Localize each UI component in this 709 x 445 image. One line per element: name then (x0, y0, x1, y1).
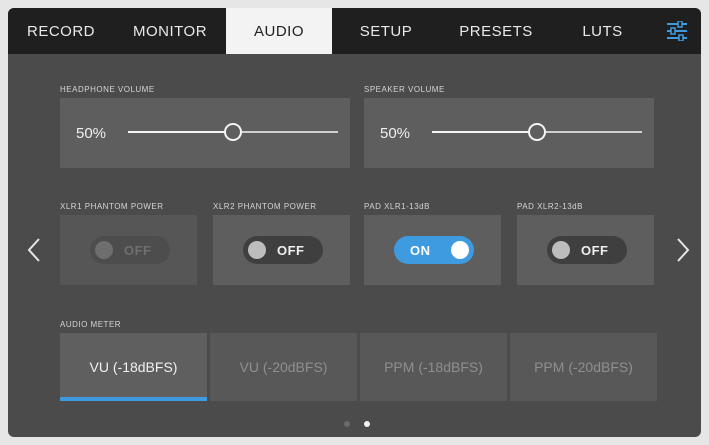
toggle-knob (451, 241, 469, 259)
audio-meter-label: AUDIO METER (60, 320, 122, 329)
tab-audio[interactable]: AUDIO (226, 8, 332, 54)
page-dot-1[interactable] (344, 421, 350, 427)
speaker-volume-label: SPEAKER VOLUME (364, 85, 445, 94)
audio-meter-option-label: PPM (-20dBFS) (534, 359, 633, 375)
pad-xlr1-toggle[interactable]: ON (394, 236, 474, 264)
headphone-volume-thumb[interactable] (224, 123, 242, 141)
speaker-volume-value: 50% (380, 124, 411, 142)
toggle-state: OFF (581, 242, 609, 258)
speaker-volume-slider[interactable] (432, 123, 642, 141)
xlr2-phantom-power-toggle[interactable]: OFF (243, 236, 323, 264)
tab-presets[interactable]: PRESETS (440, 8, 552, 54)
audio-meter-option-label: VU (-20dBFS) (239, 359, 328, 375)
settings-button[interactable] (653, 8, 701, 54)
toggle-state: OFF (277, 242, 305, 258)
headphone-volume-panel: 50% (60, 98, 350, 168)
toggle-state: OFF (124, 242, 152, 258)
tab-bar: RECORD MONITOR AUDIO SETUP PRESETS LUTS (8, 8, 701, 54)
pad-xlr2-panel: OFF (517, 215, 654, 285)
xlr1-phantom-power-toggle: OFF (90, 236, 170, 264)
xlr2-phantom-power-panel: OFF (213, 215, 350, 285)
audio-meter-option-ppm-18[interactable]: PPM (-18dBFS) (360, 333, 507, 401)
xlr1-phantom-power-label: XLR1 PHANTOM POWER (60, 202, 164, 211)
headphone-volume-label: HEADPHONE VOLUME (60, 85, 155, 94)
speaker-volume-panel: 50% (364, 98, 654, 168)
page-dot-2[interactable] (364, 421, 370, 427)
headphone-volume-fill (128, 131, 233, 133)
chevron-right-icon (677, 238, 690, 262)
toggle-knob (552, 241, 570, 259)
speaker-volume-thumb[interactable] (528, 123, 546, 141)
audio-meter-option-vu-18[interactable]: VU (-18dBFS) (60, 333, 207, 401)
next-page-button[interactable] (671, 230, 695, 270)
audio-meter-option-ppm-20[interactable]: PPM (-20dBFS) (510, 333, 657, 401)
xlr2-phantom-power-label: XLR2 PHANTOM POWER (213, 202, 317, 211)
previous-page-button[interactable] (22, 230, 46, 270)
pad-xlr2-toggle[interactable]: OFF (547, 236, 627, 264)
toggle-knob (248, 241, 266, 259)
audio-meter-option-vu-20[interactable]: VU (-20dBFS) (210, 333, 357, 401)
audio-meter-option-label: PPM (-18dBFS) (384, 359, 483, 375)
pad-xlr1-panel: ON (364, 215, 501, 285)
chevron-left-icon (27, 238, 40, 262)
sliders-icon (667, 21, 687, 41)
headphone-volume-value: 50% (76, 124, 107, 142)
headphone-volume-slider[interactable] (128, 123, 338, 141)
toggle-state: ON (410, 242, 431, 258)
xlr1-phantom-power-panel: OFF (60, 215, 197, 285)
selected-indicator (60, 397, 207, 401)
tab-setup[interactable]: SETUP (332, 8, 440, 54)
speaker-volume-fill (432, 131, 537, 133)
audio-settings-screen: RECORD MONITOR AUDIO SETUP PRESETS LUTS … (8, 8, 701, 437)
pad-xlr1-label: PAD XLR1-13dB (364, 202, 430, 211)
pad-xlr2-label: PAD XLR2-13dB (517, 202, 583, 211)
tab-monitor[interactable]: MONITOR (114, 8, 226, 54)
toggle-knob (95, 241, 113, 259)
tab-luts[interactable]: LUTS (552, 8, 653, 54)
tab-record[interactable]: RECORD (8, 8, 114, 54)
audio-meter-option-label: VU (-18dBFS) (89, 359, 178, 375)
